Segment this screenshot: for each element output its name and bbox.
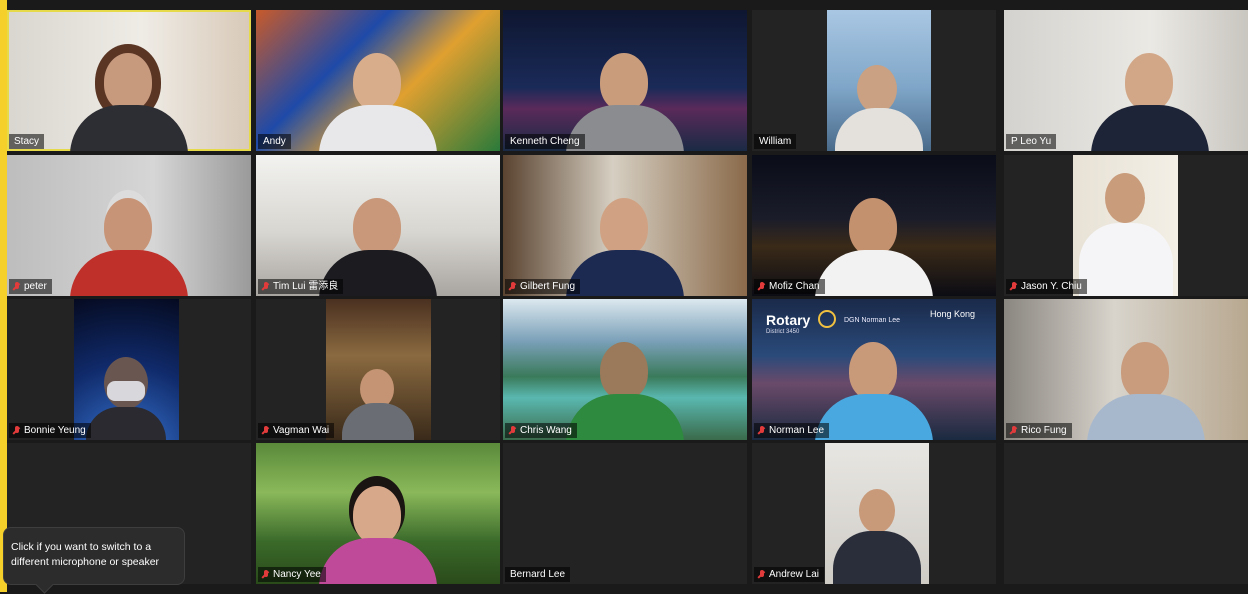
participant-name: Stacy: [9, 134, 45, 149]
participant-video: [74, 299, 179, 440]
window-edge: [0, 0, 7, 592]
microphone-muted-icon: [263, 426, 269, 435]
video-tile-vagman-wai[interactable]: Vagman Wai: [256, 299, 500, 440]
video-tile-tim-lui[interactable]: Tim Lui 雷添良: [256, 155, 500, 296]
participant-name: Rico Fung: [1006, 423, 1072, 438]
video-tile-gilbert-fung[interactable]: Gilbert Fung: [503, 155, 747, 296]
microphone-muted-icon: [759, 570, 765, 579]
city-text: Hong Kong: [930, 309, 976, 319]
video-tile-p-leo-yu[interactable]: P Leo Yu: [1004, 10, 1248, 151]
microphone-muted-icon: [14, 426, 20, 435]
participant-name: Gilbert Fung: [505, 279, 581, 294]
video-tile-andy[interactable]: Andy: [256, 10, 500, 151]
video-tile-chris-wang[interactable]: Chris Wang: [503, 299, 747, 440]
participant-name: Bonnie Yeung: [9, 423, 91, 438]
video-tile-nancy-yee[interactable]: Nancy Yee: [256, 443, 500, 584]
video-tile-kenneth-cheng[interactable]: Kenneth Cheng: [503, 10, 747, 151]
participant-name: Tim Lui 雷添良: [258, 279, 344, 294]
gallery-grid: Stacy Andy Kenneth Cheng William P Leo Y…: [7, 10, 1248, 592]
participant-name: Norman Lee: [754, 423, 830, 438]
video-tile-bonnie-yeung[interactable]: Bonnie Yeung: [7, 299, 251, 440]
participant-name: William: [754, 134, 797, 149]
participant-video: [825, 443, 929, 584]
video-tile-bernard-lee[interactable]: Bernard Lee: [503, 443, 747, 584]
microphone-muted-icon: [759, 282, 765, 291]
video-tile-norman-lee[interactable]: Rotary District 3450 DGN Norman Lee Hong…: [752, 299, 996, 440]
microphone-muted-icon: [759, 426, 765, 435]
participant-video: [64, 33, 194, 151]
rotary-district-text: District 3450: [766, 329, 800, 335]
microphone-muted-icon: [263, 282, 269, 291]
microphone-muted-icon: [510, 282, 516, 291]
participant-name: peter: [9, 279, 52, 294]
participant-name: Vagman Wai: [258, 423, 335, 438]
video-tile-andrew-lai[interactable]: Andrew Lai: [752, 443, 996, 584]
microphone-muted-icon: [1011, 426, 1017, 435]
participant-video: [64, 178, 194, 296]
participant-video: [827, 10, 931, 151]
participant-name: Andy: [258, 134, 291, 149]
video-tile-stacy[interactable]: Stacy: [7, 10, 251, 151]
participant-video: [809, 178, 939, 296]
microphone-muted-icon: [510, 426, 516, 435]
microphone-muted-icon: [1011, 282, 1017, 291]
participant-video: [1073, 155, 1178, 296]
participant-video: [313, 466, 443, 584]
participant-video: [313, 33, 443, 151]
participant-name: Jason Y. Chiu: [1006, 279, 1087, 294]
participant-video: [326, 299, 431, 440]
participant-name: P Leo Yu: [1006, 134, 1057, 149]
rotary-logo-text: Rotary: [766, 312, 811, 328]
participant-name: Andrew Lai: [754, 567, 825, 582]
participant-name: Bernard Lee: [505, 567, 571, 582]
participant-video: [1085, 33, 1215, 151]
video-tile-mofiz-chan[interactable]: Mofiz Chan: [752, 155, 996, 296]
microphone-muted-icon: [14, 282, 20, 291]
video-tile-peter[interactable]: peter: [7, 155, 251, 296]
participant-video: [1081, 322, 1211, 440]
microphone-muted-icon: [263, 570, 269, 579]
participant-name: Mofiz Chan: [754, 279, 825, 294]
participant-name: Nancy Yee: [258, 567, 326, 582]
participant-video: [560, 322, 690, 440]
video-tile-rico-fung[interactable]: Rico Fung: [1004, 299, 1248, 440]
participant-name: Chris Wang: [505, 423, 577, 438]
video-tile-william[interactable]: William: [752, 10, 996, 151]
participant-name: Kenneth Cheng: [505, 134, 585, 149]
audio-switch-tooltip[interactable]: Click if you want to switch to a differe…: [3, 527, 185, 585]
empty-grid-cell: [1004, 443, 1248, 584]
video-tile-jason-y-chiu[interactable]: Jason Y. Chiu: [1004, 155, 1248, 296]
